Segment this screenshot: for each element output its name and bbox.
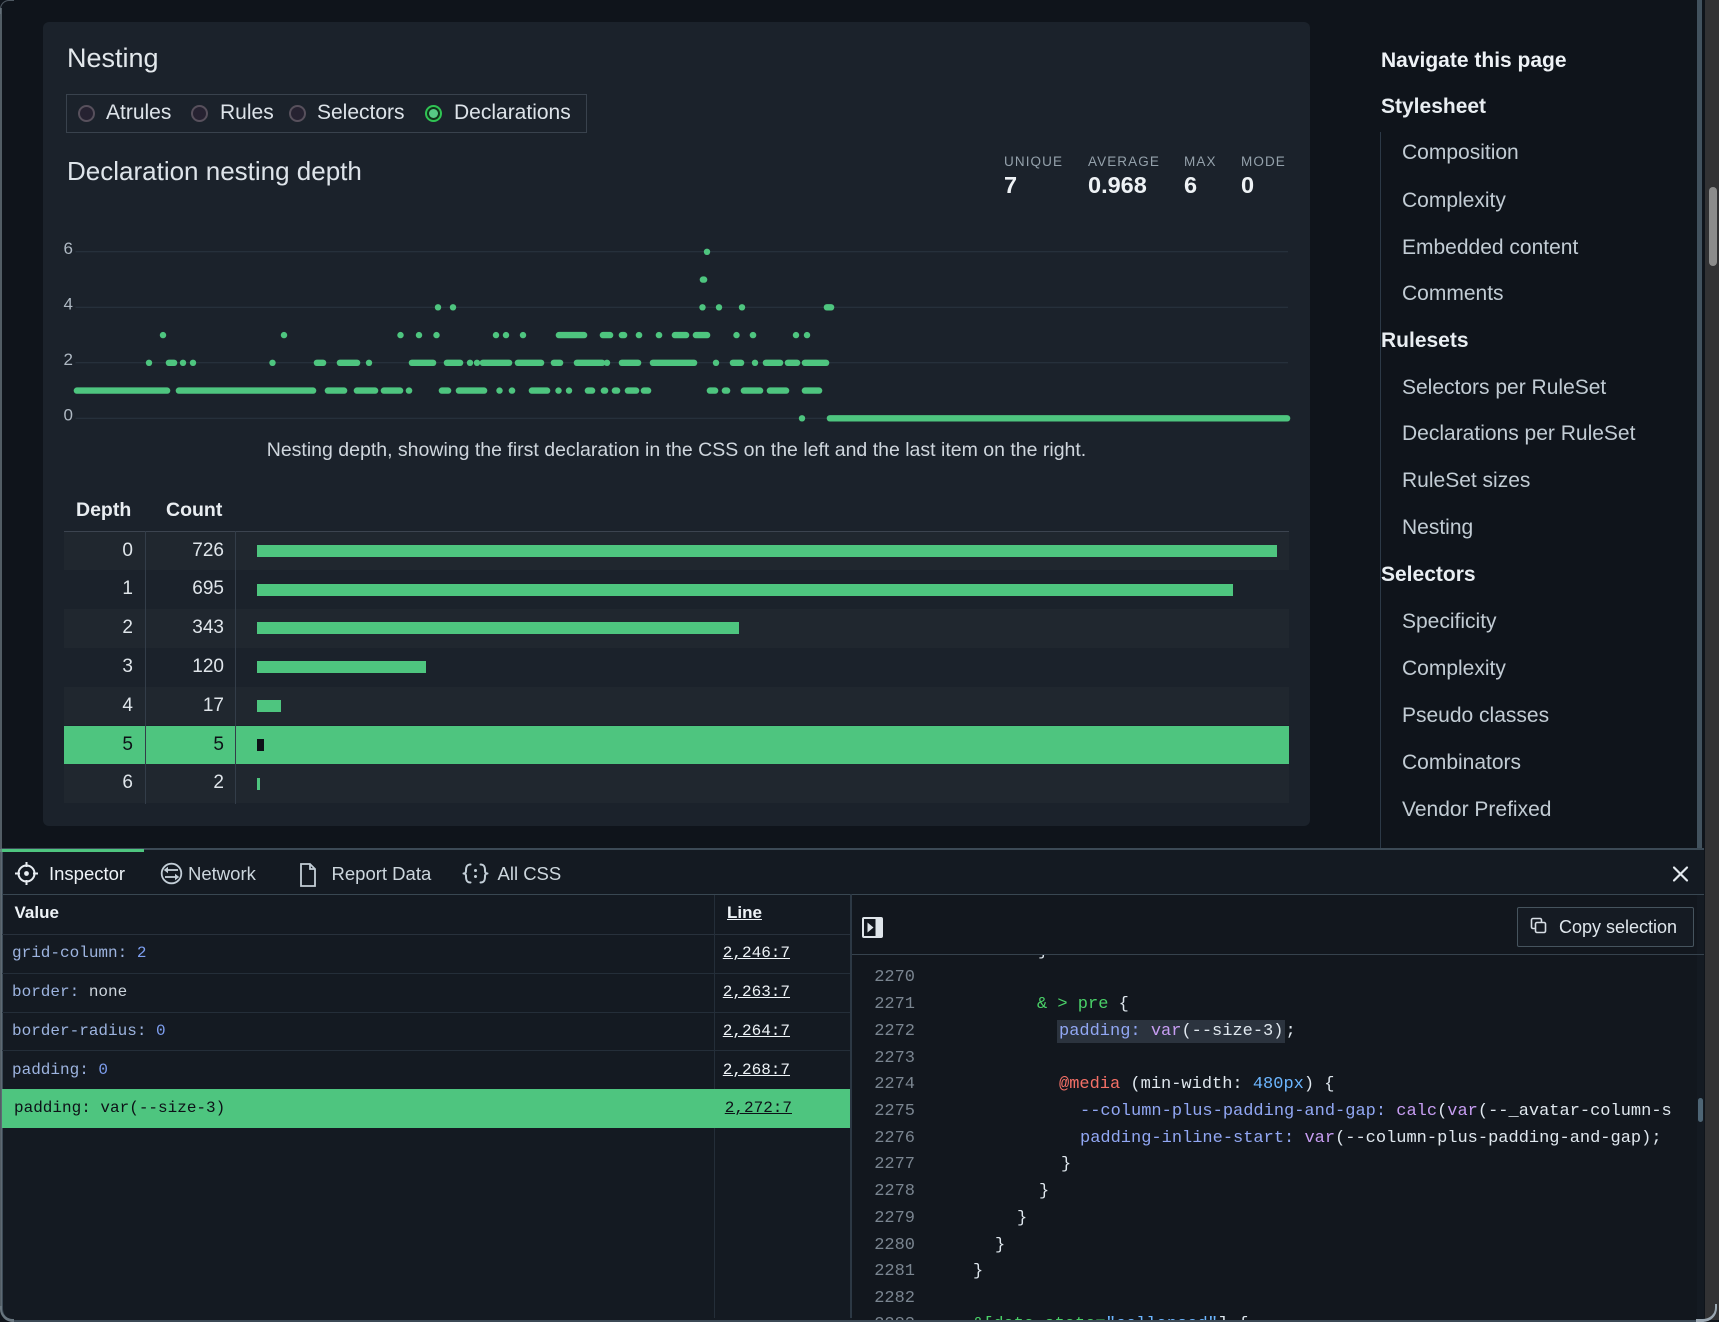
svg-text:0: 0 bbox=[64, 405, 73, 424]
svg-text:2: 2 bbox=[64, 350, 73, 369]
svg-text:6: 6 bbox=[64, 239, 73, 258]
svg-text:4: 4 bbox=[64, 294, 73, 313]
